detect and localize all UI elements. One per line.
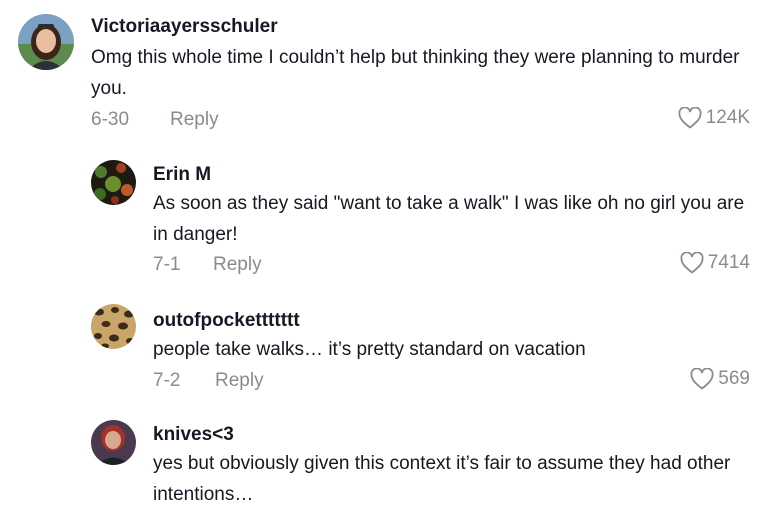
comment-text: As soon as they said "want to take a wal… — [153, 193, 745, 245]
comment-text: Omg this whole time I couldn’t help but … — [91, 47, 740, 99]
comment-text: people take walks… it’s pretty standard … — [153, 339, 586, 360]
heart-outline-icon — [678, 107, 702, 129]
like-button[interactable]: 7414 — [680, 252, 750, 274]
reply-item: outofpockettttttt people take walks… it’… — [0, 296, 768, 406]
avatar[interactable] — [91, 304, 136, 349]
avatar[interactable] — [91, 160, 136, 205]
heart-outline-icon — [680, 252, 704, 274]
comment-date: 7-2 — [153, 370, 181, 391]
comment-username[interactable]: knives<3 — [153, 424, 234, 446]
avatar[interactable] — [18, 14, 74, 70]
like-count: 7414 — [707, 252, 750, 273]
reply-item: Erin M As soon as they said "want to tak… — [0, 150, 768, 290]
reply-item: knives<3 yes but obviously given this co… — [0, 414, 768, 509]
comment-text: yes but obviously given this context it’… — [153, 453, 731, 505]
like-button[interactable]: 124K — [678, 107, 750, 129]
heart-outline-icon — [690, 368, 714, 390]
comment-date: 7-1 — [153, 254, 181, 275]
reply-button[interactable]: Reply — [213, 254, 262, 276]
comment-date: 6-30 — [91, 109, 130, 130]
reply-button[interactable]: Reply — [215, 370, 264, 392]
comment-username[interactable]: Erin M — [153, 164, 211, 186]
like-count: 124K — [705, 107, 750, 128]
comment-username[interactable]: Victoriaayersschuler — [91, 16, 278, 38]
reply-button[interactable]: Reply — [170, 109, 219, 131]
comment-username[interactable]: outofpockettttttt — [153, 310, 300, 332]
like-count: 569 — [718, 368, 750, 389]
avatar[interactable] — [91, 420, 136, 465]
comment-item: Victoriaayersschuler Omg this whole time… — [0, 0, 768, 140]
like-button[interactable]: 569 — [690, 368, 750, 390]
